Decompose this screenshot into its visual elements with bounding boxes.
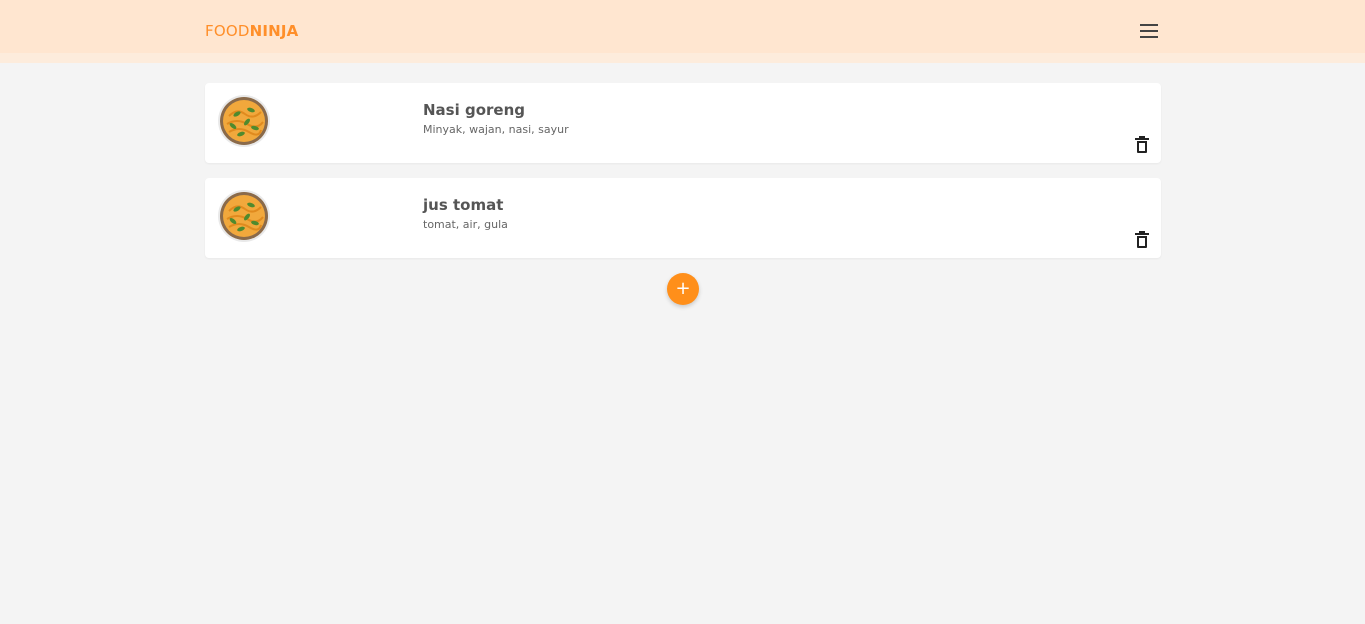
navbar-divider	[0, 53, 1365, 63]
brand-logo[interactable]: FOODNINJA	[205, 22, 298, 40]
noodle-bowl-icon	[218, 190, 270, 242]
recipe-card: Nasi goreng Minyak, wajan, nasi, sayur	[205, 83, 1161, 163]
recipe-list: Nasi goreng Minyak, wajan, nasi, sayur j…	[205, 83, 1161, 273]
recipe-ingredients: tomat, air, gula	[423, 218, 508, 231]
recipe-card: jus tomat tomat, air, gula	[205, 178, 1161, 258]
add-recipe-button[interactable]: +	[667, 273, 699, 305]
noodle-bowl-icon	[218, 95, 270, 147]
menu-icon[interactable]	[1138, 24, 1160, 40]
navbar: FOODNINJA	[0, 0, 1365, 53]
trash-icon[interactable]	[1134, 136, 1150, 154]
brand-text-light: FOOD	[205, 22, 250, 40]
recipe-title: Nasi goreng	[423, 101, 525, 119]
recipe-ingredients: Minyak, wajan, nasi, sayur	[423, 123, 569, 136]
recipe-title: jus tomat	[423, 196, 504, 214]
trash-icon[interactable]	[1134, 231, 1150, 249]
brand-text-bold: NINJA	[249, 22, 299, 40]
